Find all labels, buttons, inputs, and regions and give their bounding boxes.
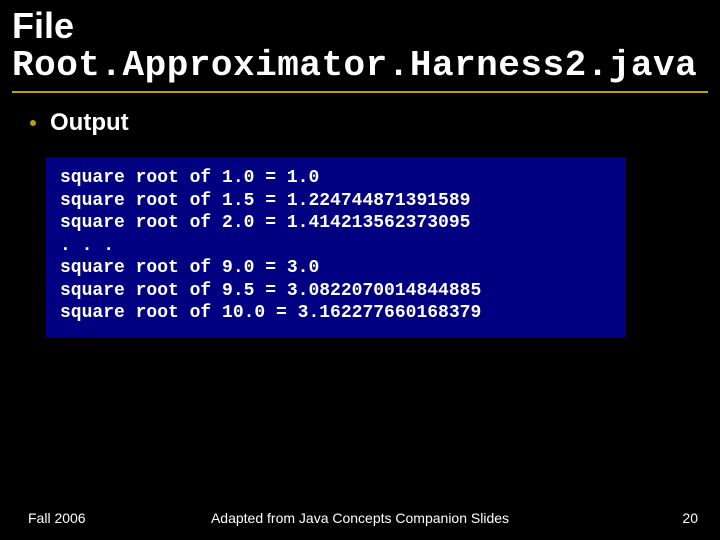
title-line-1: File [12, 6, 708, 46]
code-line: square root of 1.0 = 1.0 [60, 167, 612, 190]
footer-page-number: 20 [682, 510, 698, 526]
bullet-dot-icon [30, 120, 36, 126]
slide-footer: Fall 2006 Adapted from Java Concepts Com… [0, 510, 720, 526]
footer-left: Fall 2006 [28, 510, 86, 526]
code-line: square root of 1.5 = 1.224744871391589 [60, 190, 612, 213]
bullet-item: Output [0, 93, 720, 137]
footer-center: Adapted from Java Concepts Companion Sli… [0, 510, 720, 526]
code-line: square root of 10.0 = 3.162277660168379 [60, 302, 612, 325]
bullet-label: Output [50, 109, 129, 137]
code-line: . . . [60, 235, 612, 258]
code-line: square root of 9.0 = 3.0 [60, 257, 612, 280]
output-code-box: square root of 1.0 = 1.0 square root of … [46, 157, 626, 337]
title-line-2: Root.Approximator.Harness2.java [12, 46, 708, 86]
code-line: square root of 2.0 = 1.414213562373095 [60, 212, 612, 235]
slide-header: File Root.Approximator.Harness2.java [0, 0, 720, 85]
code-line: square root of 9.5 = 3.0822070014844885 [60, 280, 612, 303]
